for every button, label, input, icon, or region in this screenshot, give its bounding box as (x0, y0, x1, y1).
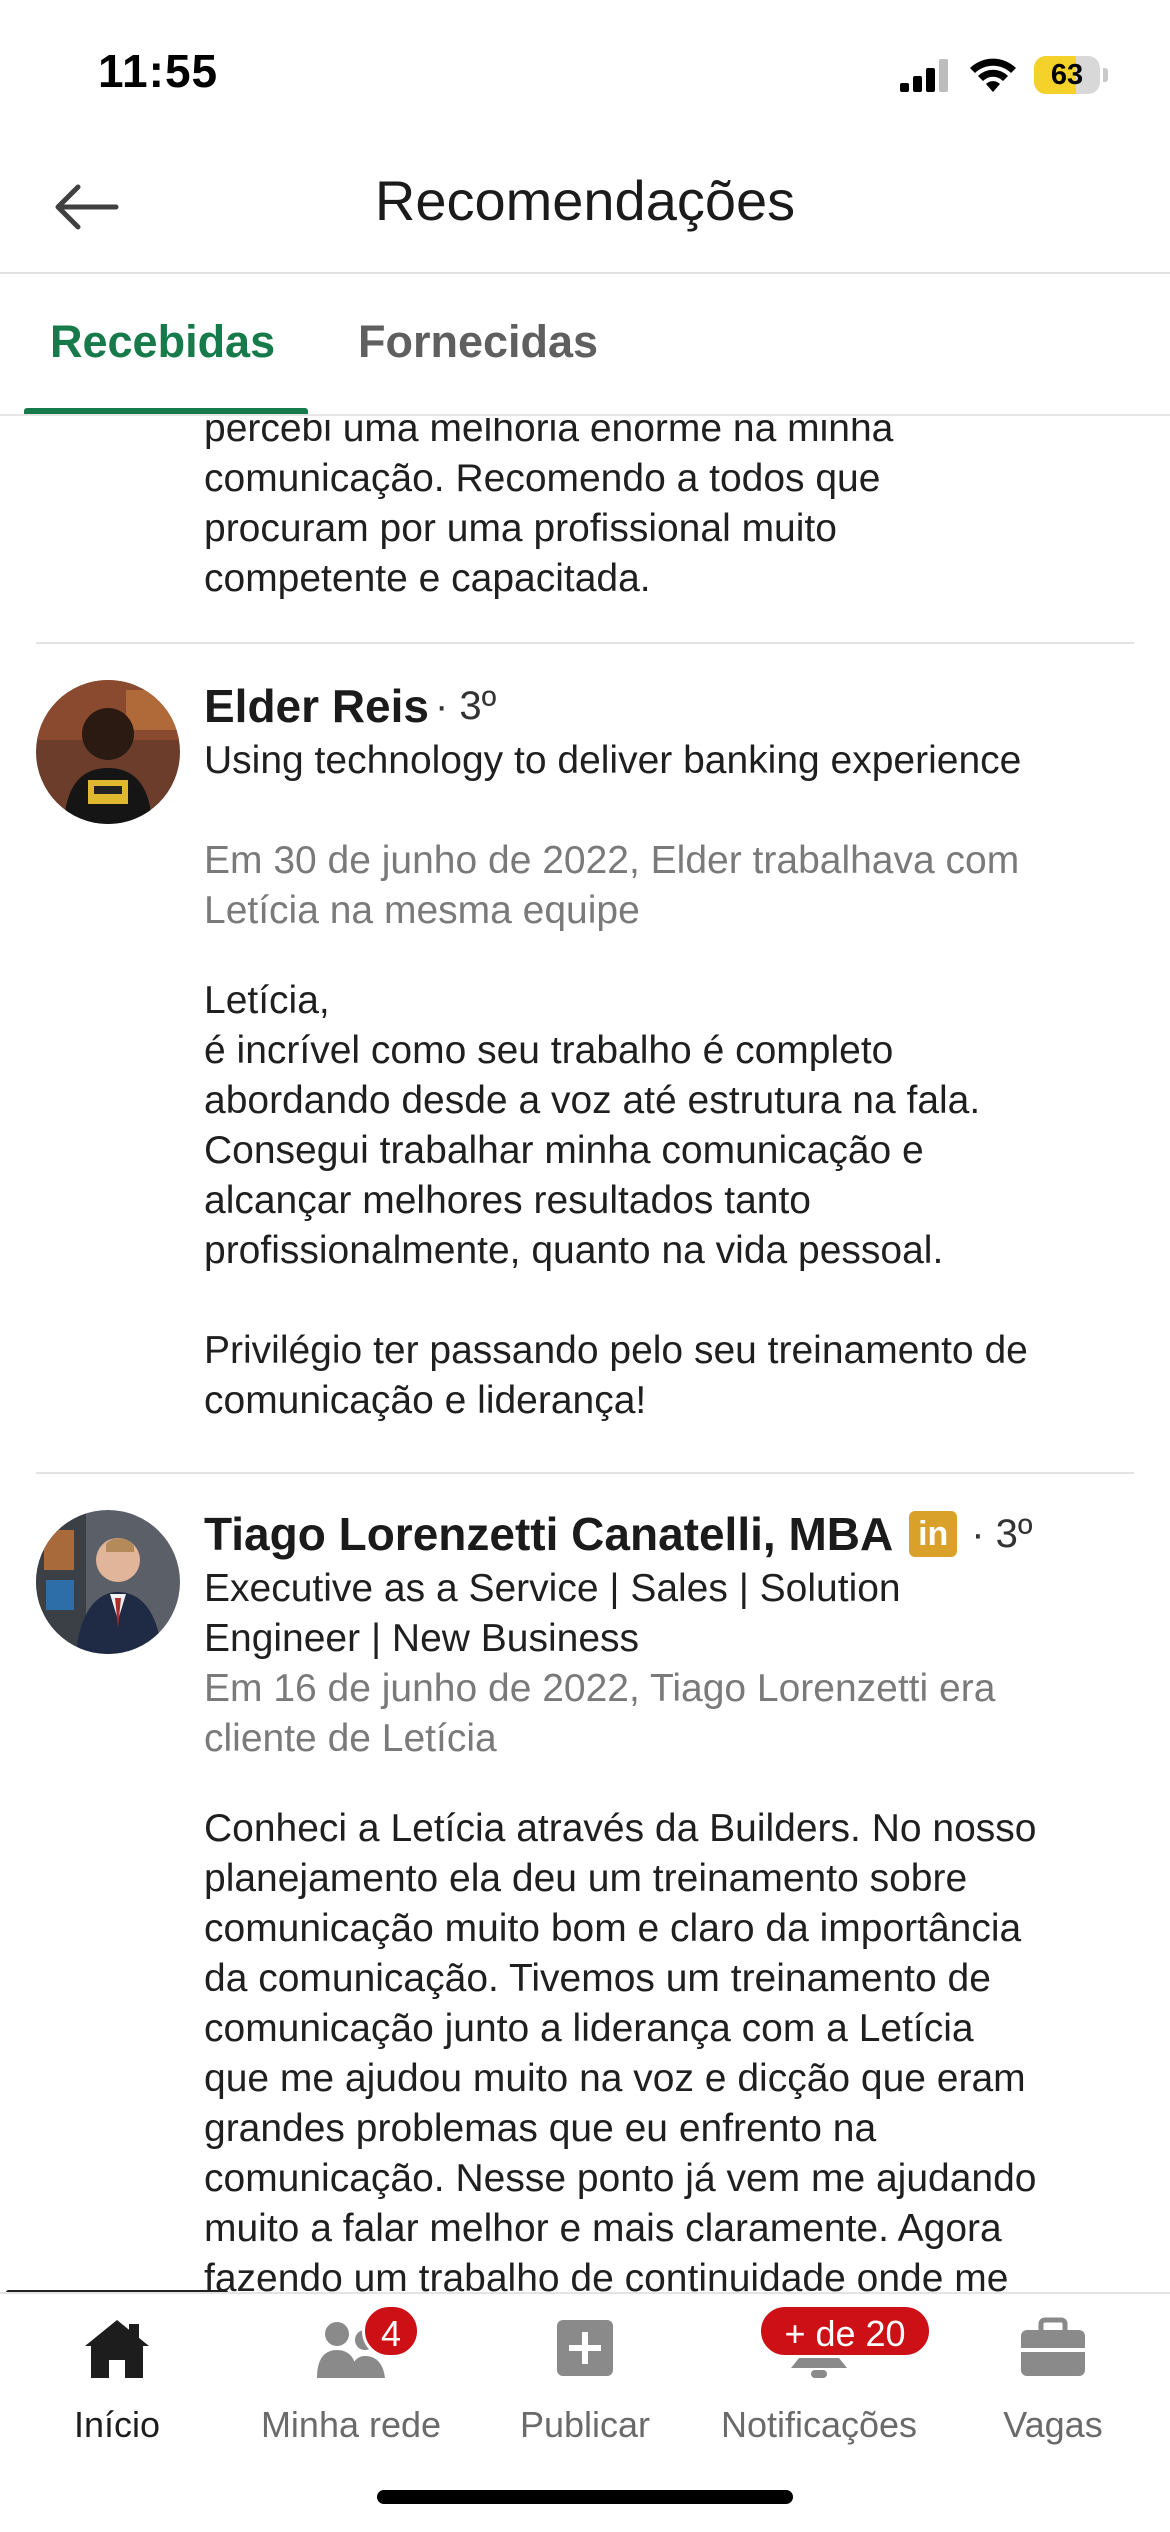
tab-received[interactable]: Recebidas (50, 316, 275, 368)
recommender-headline: Executive as a Service | Sales | Solutio… (204, 1567, 901, 1660)
nav-item-post[interactable]: Publicar (468, 2294, 702, 2464)
recommendation-card: Elder Reis · 3º Using technology to deli… (204, 678, 1144, 1426)
nav-item-notifications[interactable]: + de 20 Notificações (702, 2294, 936, 2464)
recommender-name[interactable]: Elder Reis (204, 678, 429, 734)
avatar[interactable] (36, 1510, 180, 1654)
active-tab-indicator (24, 408, 308, 414)
page-header: Recomendações (0, 140, 1170, 274)
recommender-name[interactable]: Tiago Lorenzetti Canatelli, MBA (204, 1506, 893, 1562)
home-icon (85, 2320, 149, 2378)
nav-label: Minha rede (260, 2404, 442, 2445)
recommendation-text: Conheci a Letícia através da Builders. N… (204, 1807, 1037, 2292)
divider (36, 1472, 1134, 1474)
linkedin-in-icon: in (909, 1511, 958, 1557)
status-time: 11:55 (98, 45, 219, 97)
cellular-signal-icon (900, 59, 948, 92)
nav-label: Publicar (519, 2404, 651, 2445)
connection-degree: · 3º (435, 684, 497, 728)
notification-badge: + de 20 (758, 2304, 932, 2358)
tab-bar: Recebidas Fornecidas (0, 274, 1170, 416)
page-title: Recomendações (374, 169, 796, 232)
nav-item-network[interactable]: 4 Minha rede (234, 2294, 468, 2464)
notification-badge: 4 (362, 2304, 420, 2358)
battery-icon: 63 (1034, 56, 1108, 94)
nav-item-jobs[interactable]: Vagas (936, 2294, 1170, 2464)
recommender-headline: Using technology to deliver banking expe… (204, 739, 1022, 782)
relationship-info: Em 16 de junho de 2022, Tiago Lorenzetti… (204, 1667, 996, 1760)
home-indicator (377, 2490, 793, 2504)
nav-label: Vagas (1003, 2404, 1103, 2445)
briefcase-icon (1021, 2317, 1085, 2376)
nav-label: Início (73, 2404, 161, 2445)
tab-given[interactable]: Fornecidas (358, 316, 598, 368)
nav-label: Notificações (720, 2404, 918, 2445)
nav-item-home[interactable]: Início (0, 2294, 234, 2464)
recommendation-card: Tiago Lorenzetti Canatelli, MBA in · 3º … (204, 1506, 1144, 2292)
plus-square-icon (557, 2320, 613, 2376)
avatar[interactable] (36, 680, 180, 824)
connection-degree: · 3º (971, 1512, 1033, 1556)
recommendation-text-partial: percebi uma melhoria enorme na minha com… (204, 418, 894, 600)
relationship-info: Em 30 de junho de 2022, Elder trabalhava… (204, 839, 1020, 932)
battery-level: 63 (1050, 58, 1084, 91)
divider (36, 642, 1134, 644)
status-icons: 63 (898, 50, 1108, 100)
status-bar: 11:55 63 (0, 0, 1170, 140)
recommendations-list[interactable]: percebi uma melhoria enorme na minha com… (0, 418, 1170, 2292)
recommendation-text: Letícia, é incrível como seu trabalho é … (204, 979, 1028, 1422)
wifi-icon (970, 58, 1016, 92)
